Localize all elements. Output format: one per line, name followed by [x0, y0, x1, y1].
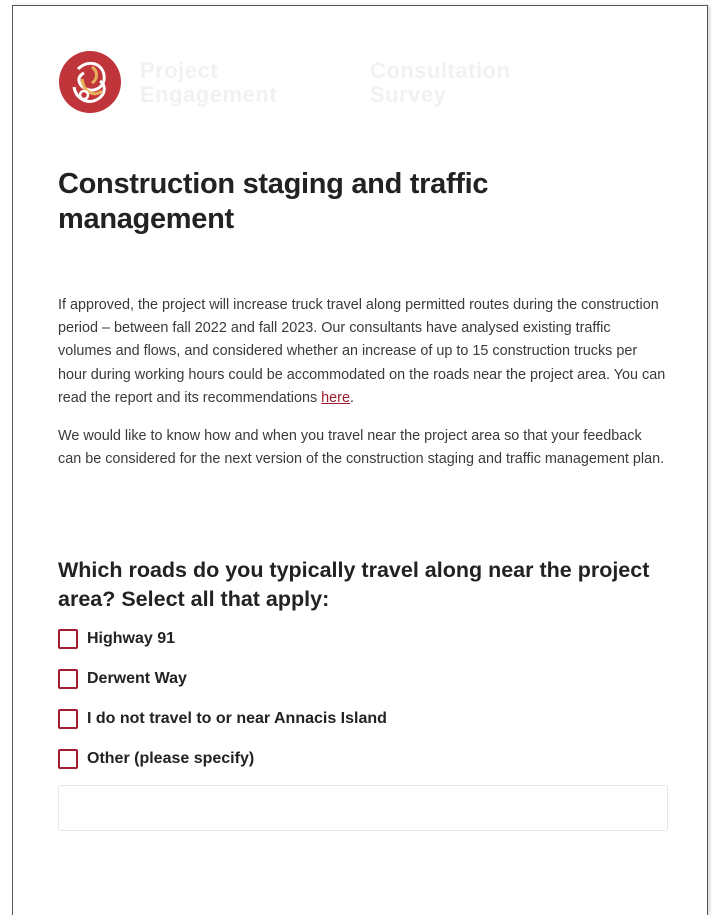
intro-paragraph: If approved, the project will increase t… — [58, 294, 668, 410]
logo-line1: Project — [140, 58, 219, 83]
option-other[interactable]: Other (please specify) — [58, 748, 254, 770]
checkbox[interactable] — [58, 749, 78, 769]
page-title: Construction staging and traffic managem… — [58, 168, 489, 235]
option-no-travel[interactable]: I do not travel to or near Annacis Islan… — [58, 708, 387, 730]
option-derwent-way[interactable]: Derwent Way — [58, 668, 187, 690]
intro-after-link: . — [349, 389, 354, 406]
option-highway-91[interactable]: Highway 91 — [58, 628, 175, 650]
logo-line4: Survey — [370, 82, 447, 107]
logo-wordmark: Project Engagement Consultation Survey — [140, 58, 510, 107]
logo-icon — [59, 51, 121, 113]
option-label: Other (please specify) — [87, 750, 255, 767]
option-label: Derwent Way — [87, 670, 187, 687]
report-link[interactable]: here — [321, 390, 350, 406]
checkbox[interactable] — [58, 709, 78, 729]
checkbox[interactable] — [58, 669, 78, 689]
logo-line2: Engagement — [140, 82, 278, 107]
checkbox[interactable] — [58, 629, 78, 649]
option-label: I do not travel to or near Annacis Islan… — [87, 710, 387, 727]
logo-line3: Consultation — [370, 58, 511, 83]
question-title: Which roads do you typically travel alon… — [58, 558, 650, 611]
logo-header: Project Engagement Consultation Survey — [58, 49, 618, 117]
option-label: Highway 91 — [87, 630, 176, 647]
intro-text: If approved, the project will increase t… — [58, 297, 666, 406]
other-specify-input[interactable] — [58, 785, 668, 831]
feedback-paragraph: We would like to know how and when you t… — [58, 428, 665, 468]
